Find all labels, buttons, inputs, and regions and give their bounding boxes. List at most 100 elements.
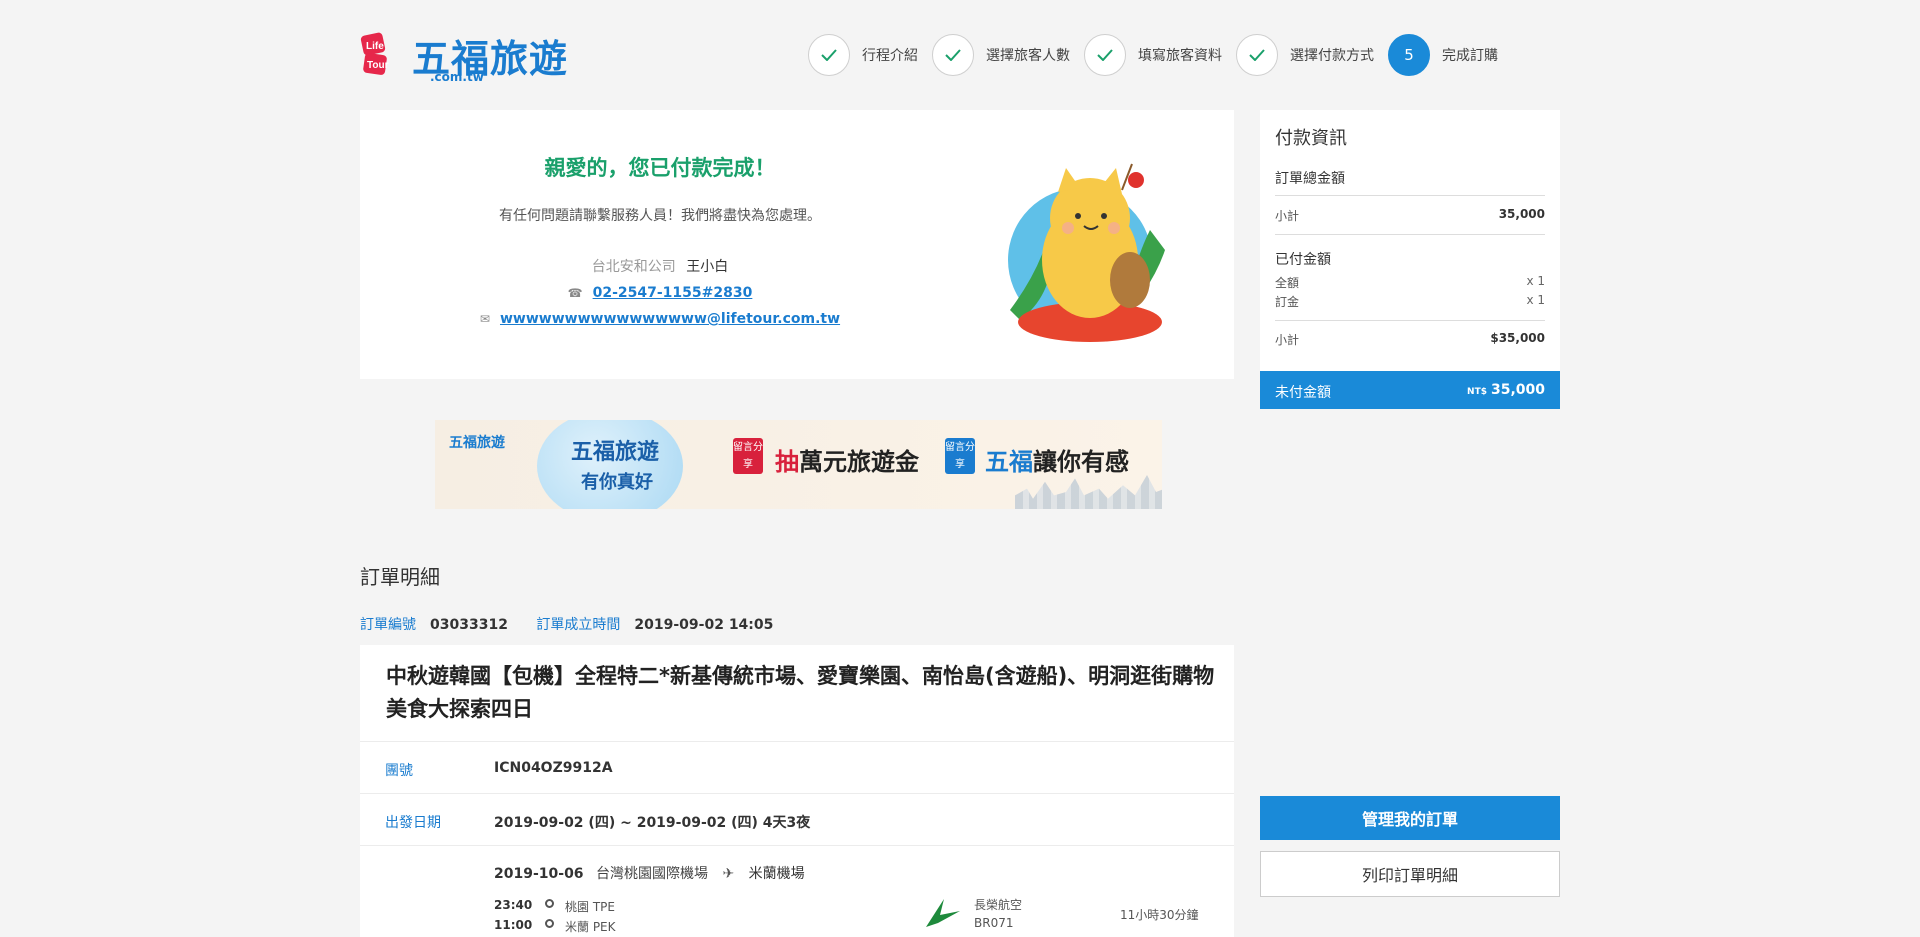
banner-slogan-line2: 有你真好	[581, 472, 653, 493]
full-label: 全額	[1275, 276, 1300, 290]
depart-row: 出發日期 2019-09-02 (四) ~ 2019-09-02 (四) 4天3…	[360, 793, 1234, 845]
agent-name: 王小白	[686, 259, 729, 275]
group-label: 團號	[385, 763, 413, 779]
skyline-decoration	[1015, 475, 1162, 509]
order-section-title: 訂單明細	[360, 565, 440, 589]
flight-row	[360, 845, 1234, 937]
depart-label: 出發日期	[385, 815, 441, 831]
total-label: 訂單總金額	[1275, 171, 1345, 187]
step-5: 5 完成訂購	[1388, 34, 1498, 76]
arr-city: 米蘭 PEK	[565, 920, 616, 934]
contact-phone: ☎ 02-2547-1155#2830	[360, 285, 960, 301]
deposit-qty: x 1	[1526, 293, 1545, 307]
check-icon	[808, 34, 850, 76]
arr-dot-icon	[545, 919, 554, 928]
site-logo[interactable]: Life Tour 五福旅遊 .com.tw	[360, 26, 580, 84]
campaign-highlight: 抽	[775, 448, 799, 476]
confirmation-panel: 親愛的，您已付款完成！ 有任何問題請聯繫服務人員！我們將盡快為您處理。 台北安和…	[360, 110, 1234, 379]
payment-title: 付款資訊	[1275, 128, 1347, 149]
svg-text:Tour: Tour	[367, 60, 389, 71]
step-label: 選擇旅客人數	[986, 48, 1070, 64]
svg-text:Life: Life	[366, 41, 384, 52]
confirmation-subtitle: 有任何問題請聯繫服務人員！我們將盡快為您處理。	[499, 208, 821, 224]
depart-date: 2019-09-02 (四) ~ 2019-09-02 (四) 4天3夜	[494, 815, 811, 831]
order-number: 03033312	[430, 617, 508, 633]
plane-icon: ✈	[722, 866, 735, 882]
flight-origin: 台灣桃園國際機場	[596, 866, 709, 882]
subtotal-value: 35,000	[1498, 207, 1545, 221]
paid-subtotal-label: 小計	[1275, 333, 1300, 347]
step-number: 5	[1388, 34, 1430, 76]
divider	[1275, 234, 1545, 235]
banner-tag-share: 留言分享	[733, 438, 763, 474]
deposit-row: 訂金 x 1	[1275, 293, 1545, 310]
banner-campaign-1: 抽萬元旅遊金	[775, 442, 919, 477]
flight-date: 2019-10-06	[494, 866, 584, 882]
email-link[interactable]: wwwwwwwwwwwwwwww@lifetour.com.tw	[500, 311, 840, 327]
step-label: 選擇付款方式	[1290, 48, 1374, 64]
phone-icon: ☎	[567, 286, 583, 300]
flight-duration: 11小時30分鐘	[1120, 908, 1199, 922]
unpaid-label: 未付金額	[1275, 385, 1331, 401]
confirmation-title: 親愛的，您已付款完成！	[544, 156, 776, 180]
flight-number: BR071	[974, 916, 1014, 930]
deposit-label: 訂金	[1275, 295, 1300, 309]
banner-tag-share: 留言分享	[945, 438, 975, 474]
cat-mascot-illustration	[1008, 163, 1165, 342]
check-icon	[1236, 34, 1278, 76]
manage-order-button[interactable]: 管理我的訂單	[1260, 796, 1560, 840]
step-label: 行程介紹	[862, 48, 918, 64]
flight-route: 2019-10-06 台灣桃園國際機場 ✈ 米蘭機場	[494, 863, 1214, 883]
step-4: 選擇付款方式	[1236, 34, 1374, 76]
dep-time: 23:40	[494, 898, 533, 912]
airline-name: 長榮航空	[974, 898, 1023, 912]
subtotal-row: 小計 35,000	[1275, 207, 1545, 224]
order-created: 2019-09-02 14:05	[634, 617, 774, 633]
paid-label: 已付金額	[1275, 252, 1331, 268]
unpaid-currency: NT$	[1467, 387, 1487, 397]
tour-name: 中秋遊韓國【包機】全程特二*新基傳統市場、愛寶樂園、南怡島(含遊船)、明洞逛街購…	[386, 664, 1215, 721]
divider	[1275, 195, 1545, 196]
step-1: 行程介紹	[808, 34, 918, 76]
checkout-steps: 行程介紹 選擇旅客人數 填寫旅客資料 選擇付款方式 5 完成訂購	[808, 33, 1512, 77]
lifetour-badge-icon: Life Tour	[360, 32, 389, 75]
step-2: 選擇旅客人數	[932, 34, 1070, 76]
order-meta: 訂單編號 03033312 訂單成立時間 2019-09-02 14:05	[360, 614, 797, 634]
unpaid-bar: 未付金額 NT$ 35,000	[1260, 371, 1560, 409]
promo-banner[interactable]: 五福旅遊 五福旅遊 有你真好 留言分享 抽萬元旅遊金 留言分享 五福讓你有感	[435, 420, 1162, 509]
full-row: 全額 x 1	[1275, 274, 1545, 291]
mail-icon: ✉	[479, 312, 490, 326]
phone-link[interactable]: 02-2547-1155#2830	[593, 285, 753, 301]
contact-company: 台北安和公司 王小白	[360, 256, 960, 276]
unpaid-value: 35,000	[1490, 382, 1545, 398]
contact-email: ✉ wwwwwwwwwwwwwwww@lifetour.com.tw	[360, 311, 960, 327]
subtotal-label: 小計	[1275, 209, 1300, 223]
divider	[1275, 320, 1545, 321]
campaign-text: 讓你有感	[1033, 448, 1129, 476]
check-icon	[932, 34, 974, 76]
dep-dot-icon	[545, 899, 554, 908]
step-3: 填寫旅客資料	[1084, 34, 1222, 76]
flight-destination: 米蘭機場	[748, 866, 805, 882]
brand-domain: .com.tw	[430, 70, 484, 84]
company-name: 台北安和公司	[591, 259, 676, 275]
banner-logo: 五福旅遊	[449, 435, 505, 451]
group-row: 團號 ICN04OZ9912A	[360, 741, 1234, 793]
campaign-highlight: 五福	[985, 448, 1033, 476]
step-label: 完成訂購	[1442, 48, 1498, 64]
arr-time: 11:00	[494, 918, 533, 932]
paid-subtotal-value: $35,000	[1490, 331, 1545, 345]
print-order-button[interactable]: 列印訂單明細	[1260, 851, 1560, 897]
check-icon	[1084, 34, 1126, 76]
step-label: 填寫旅客資料	[1138, 48, 1222, 64]
eva-air-logo-icon	[926, 899, 960, 927]
payment-info-panel: 付款資訊 訂單總金額 小計 35,000 已付金額 全額 x 1 訂金 x 1 …	[1260, 110, 1560, 409]
paid-subtotal-row: 小計 $35,000	[1275, 331, 1545, 348]
banner-campaign-2: 五福讓你有感	[985, 442, 1129, 477]
order-card: 中秋遊韓國【包機】全程特二*新基傳統市場、愛寶樂園、南怡島(含遊船)、明洞逛街購…	[360, 645, 1234, 937]
unpaid-amount: NT$ 35,000	[1467, 382, 1545, 398]
group-code: ICN04OZ9912A	[494, 760, 613, 776]
dep-city: 桃園 TPE	[565, 900, 615, 914]
order-created-label: 訂單成立時間	[536, 617, 621, 633]
banner-slogan-circle: 五福旅遊 有你真好	[537, 420, 683, 509]
